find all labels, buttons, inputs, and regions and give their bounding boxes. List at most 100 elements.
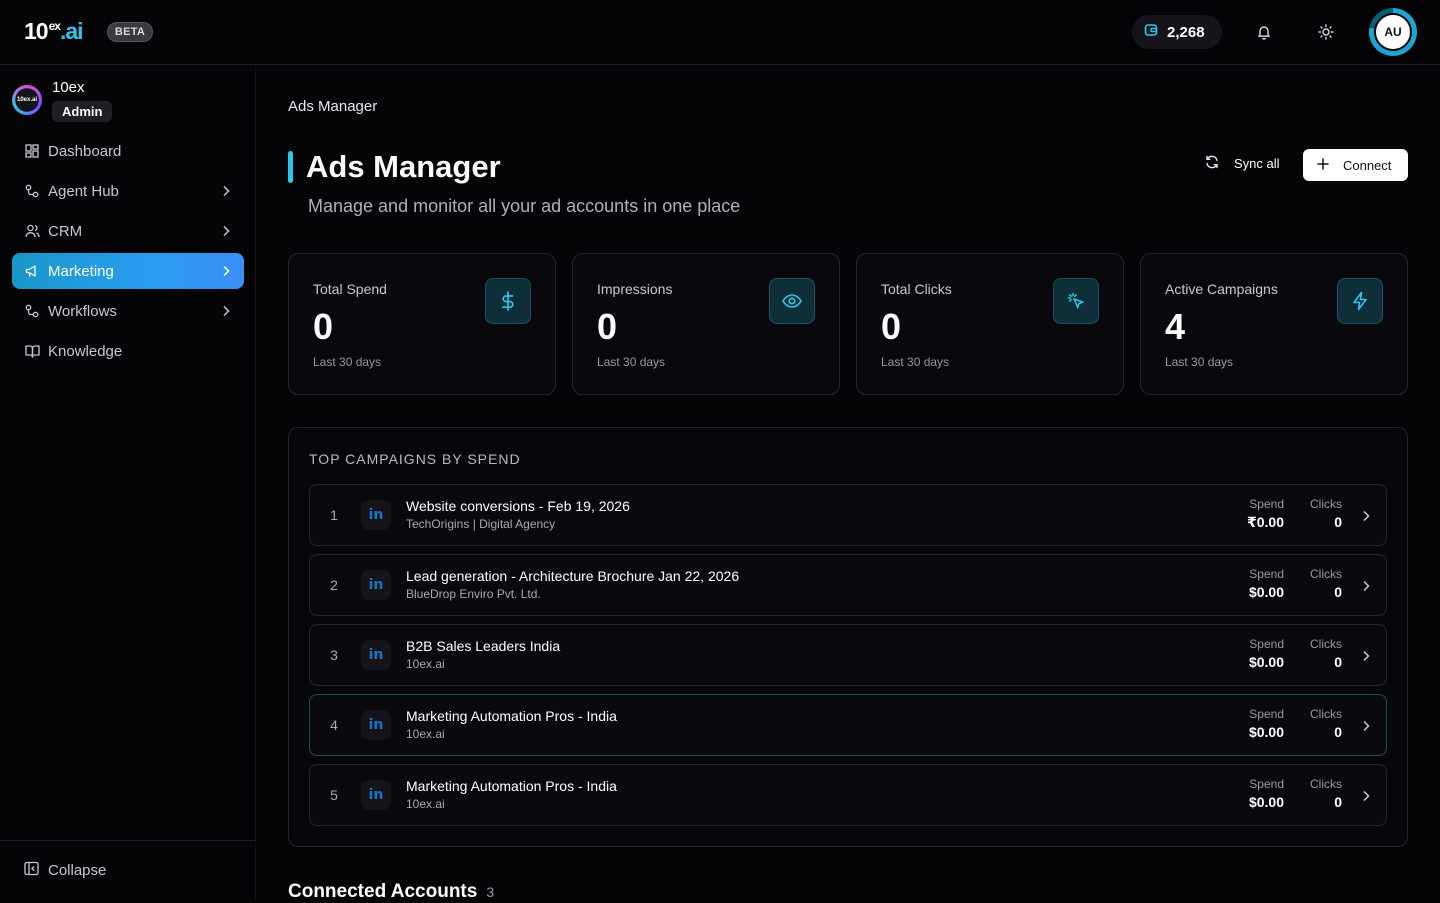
campaign-row[interactable]: 2 in Lead generation - Architecture Broc… — [309, 554, 1387, 616]
sun-icon[interactable] — [1314, 20, 1338, 44]
panel-title: TOP CAMPAIGNS BY SPEND — [309, 451, 521, 467]
org-name: 10ex — [52, 79, 85, 96]
connect-label: Connect — [1343, 157, 1392, 173]
linkedin-icon: in — [361, 570, 391, 600]
clicks-value: 0 — [1334, 794, 1342, 810]
spend-value: $0.00 — [1248, 724, 1284, 740]
stat-card-total-clicks: Total Clicks 0 Last 30 days — [856, 253, 1124, 395]
platform-glyph: in — [368, 577, 384, 593]
clicks-label: Clicks — [1310, 567, 1342, 581]
spend-metric: Spend ₹0.00 — [1247, 497, 1284, 531]
platform-glyph: in — [368, 717, 384, 733]
stat-value: 0 — [597, 306, 618, 347]
avatar: AU — [1374, 13, 1412, 51]
clicks-metric: Clicks 0 — [1310, 497, 1342, 530]
credits-value: 2,268 — [1167, 23, 1205, 41]
dashboard-icon — [24, 143, 40, 159]
sidebar-item-label: Workflows — [48, 302, 117, 320]
sidebar-item-label: Marketing — [48, 262, 114, 280]
wallet-icon — [1144, 23, 1158, 41]
spend-value: $0.00 — [1248, 654, 1284, 670]
chevron-right-icon — [222, 264, 230, 281]
click-icon — [1053, 278, 1099, 324]
clicks-label: Clicks — [1310, 777, 1342, 791]
spend-label: Spend — [1249, 567, 1284, 581]
spend-metric: Spend $0.00 — [1249, 777, 1284, 810]
chevron-right-icon — [1362, 789, 1370, 807]
platform-glyph: in — [368, 647, 384, 663]
sidebar-item-dashboard[interactable]: Dashboard — [12, 133, 244, 169]
app-logo[interactable]: 10 ex .ai — [24, 18, 84, 45]
campaign-name: B2B Sales Leaders India — [406, 638, 561, 654]
stat-label: Active Campaigns — [1165, 281, 1278, 297]
sidebar-item-label: CRM — [48, 222, 83, 240]
campaign-name: Marketing Automation Pros - India — [406, 708, 617, 724]
connect-button[interactable]: Connect — [1303, 149, 1408, 181]
org-logo: 10ex.ai — [12, 85, 42, 115]
linkedin-icon: in — [361, 710, 391, 740]
campaign-rank: 1 — [330, 507, 338, 523]
campaign-name: Marketing Automation Pros - India — [406, 778, 617, 794]
stat-card-impressions: Impressions 0 Last 30 days — [572, 253, 840, 395]
campaign-list: 1 in Website conversions - Feb 19, 2026 … — [309, 484, 1387, 834]
sidebar-item-workflows[interactable]: Workflows — [12, 293, 244, 329]
collapse-sidebar-button[interactable]: Collapse — [0, 840, 256, 900]
sidebar-nav: Dashboard Agent Hub CRM Marketing Workfl… — [12, 133, 244, 373]
campaign-rank: 4 — [330, 717, 338, 733]
campaign-name: Website conversions - Feb 19, 2026 — [406, 498, 630, 514]
sync-all-button[interactable]: Sync all — [1204, 154, 1280, 173]
clicks-value: 0 — [1334, 514, 1342, 530]
users-icon — [24, 223, 40, 239]
spend-value: $0.00 — [1248, 584, 1284, 600]
top-campaigns-panel: TOP CAMPAIGNS BY SPEND 1 in Website conv… — [288, 427, 1408, 847]
org-role-badge: Admin — [52, 101, 113, 122]
org-switcher[interactable]: 10ex.ai 10ex Admin — [12, 79, 113, 122]
platform-glyph: in — [368, 507, 384, 523]
stat-period: Last 30 days — [597, 355, 666, 369]
page-title: Ads Manager — [306, 149, 501, 184]
campaign-name: Lead generation - Architecture Brochure … — [406, 568, 740, 584]
campaign-row[interactable]: 3 in B2B Sales Leaders India 10ex.ai Spe… — [309, 624, 1387, 686]
campaign-row[interactable]: 5 in Marketing Automation Pros - India 1… — [309, 764, 1387, 826]
credits-button[interactable]: 2,268 — [1132, 15, 1222, 49]
top-bar: 10 ex .ai BETA 2,268 AU — [0, 0, 1440, 65]
sidebar-item-agent-hub[interactable]: Agent Hub — [12, 173, 244, 209]
stat-value: 0 — [881, 306, 902, 347]
sidebar: 10ex.ai 10ex Admin Dashboard Agent Hub C… — [0, 65, 256, 900]
sidebar-item-marketing[interactable]: Marketing — [12, 253, 244, 289]
user-avatar-button[interactable]: AU — [1369, 8, 1417, 56]
chevron-right-icon — [222, 184, 230, 201]
spend-value: ₹0.00 — [1247, 514, 1284, 530]
collapse-label: Collapse — [48, 862, 107, 879]
clicks-label: Clicks — [1310, 707, 1342, 721]
stat-period: Last 30 days — [1165, 355, 1234, 369]
clicks-metric: Clicks 0 — [1310, 637, 1342, 670]
stat-period: Last 30 days — [313, 355, 382, 369]
clicks-metric: Clicks 0 — [1310, 567, 1342, 600]
sidebar-item-knowledge[interactable]: Knowledge — [12, 333, 244, 369]
bell-icon[interactable] — [1252, 20, 1276, 44]
linkedin-icon: in — [361, 640, 391, 670]
bolt-icon — [1337, 278, 1383, 324]
campaign-row[interactable]: 1 in Website conversions - Feb 19, 2026 … — [309, 484, 1387, 546]
campaign-account: 10ex.ai — [406, 797, 445, 811]
dollar-icon — [485, 278, 531, 324]
breadcrumb[interactable]: Ads Manager — [288, 98, 377, 115]
chevron-right-icon — [1362, 649, 1370, 667]
clicks-value: 0 — [1334, 724, 1342, 740]
clicks-label: Clicks — [1310, 637, 1342, 651]
sidebar-item-label: Dashboard — [48, 142, 122, 160]
linkedin-icon: in — [361, 780, 391, 810]
stat-card-total-spend: Total Spend 0 Last 30 days — [288, 253, 556, 395]
stat-card-active-campaigns: Active Campaigns 4 Last 30 days — [1140, 253, 1408, 395]
clicks-label: Clicks — [1310, 497, 1342, 511]
accounts-count: 3 — [486, 884, 495, 900]
sidebar-item-crm[interactable]: CRM — [12, 213, 244, 249]
beta-badge: BETA — [107, 22, 153, 42]
spend-metric: Spend $0.00 — [1249, 707, 1284, 740]
campaign-row[interactable]: 4 in Marketing Automation Pros - India 1… — [309, 694, 1387, 756]
eye-icon — [769, 278, 815, 324]
chevron-right-icon — [1362, 509, 1370, 527]
title-accent-bar — [288, 151, 293, 183]
sidebar-item-label: Agent Hub — [48, 182, 119, 200]
